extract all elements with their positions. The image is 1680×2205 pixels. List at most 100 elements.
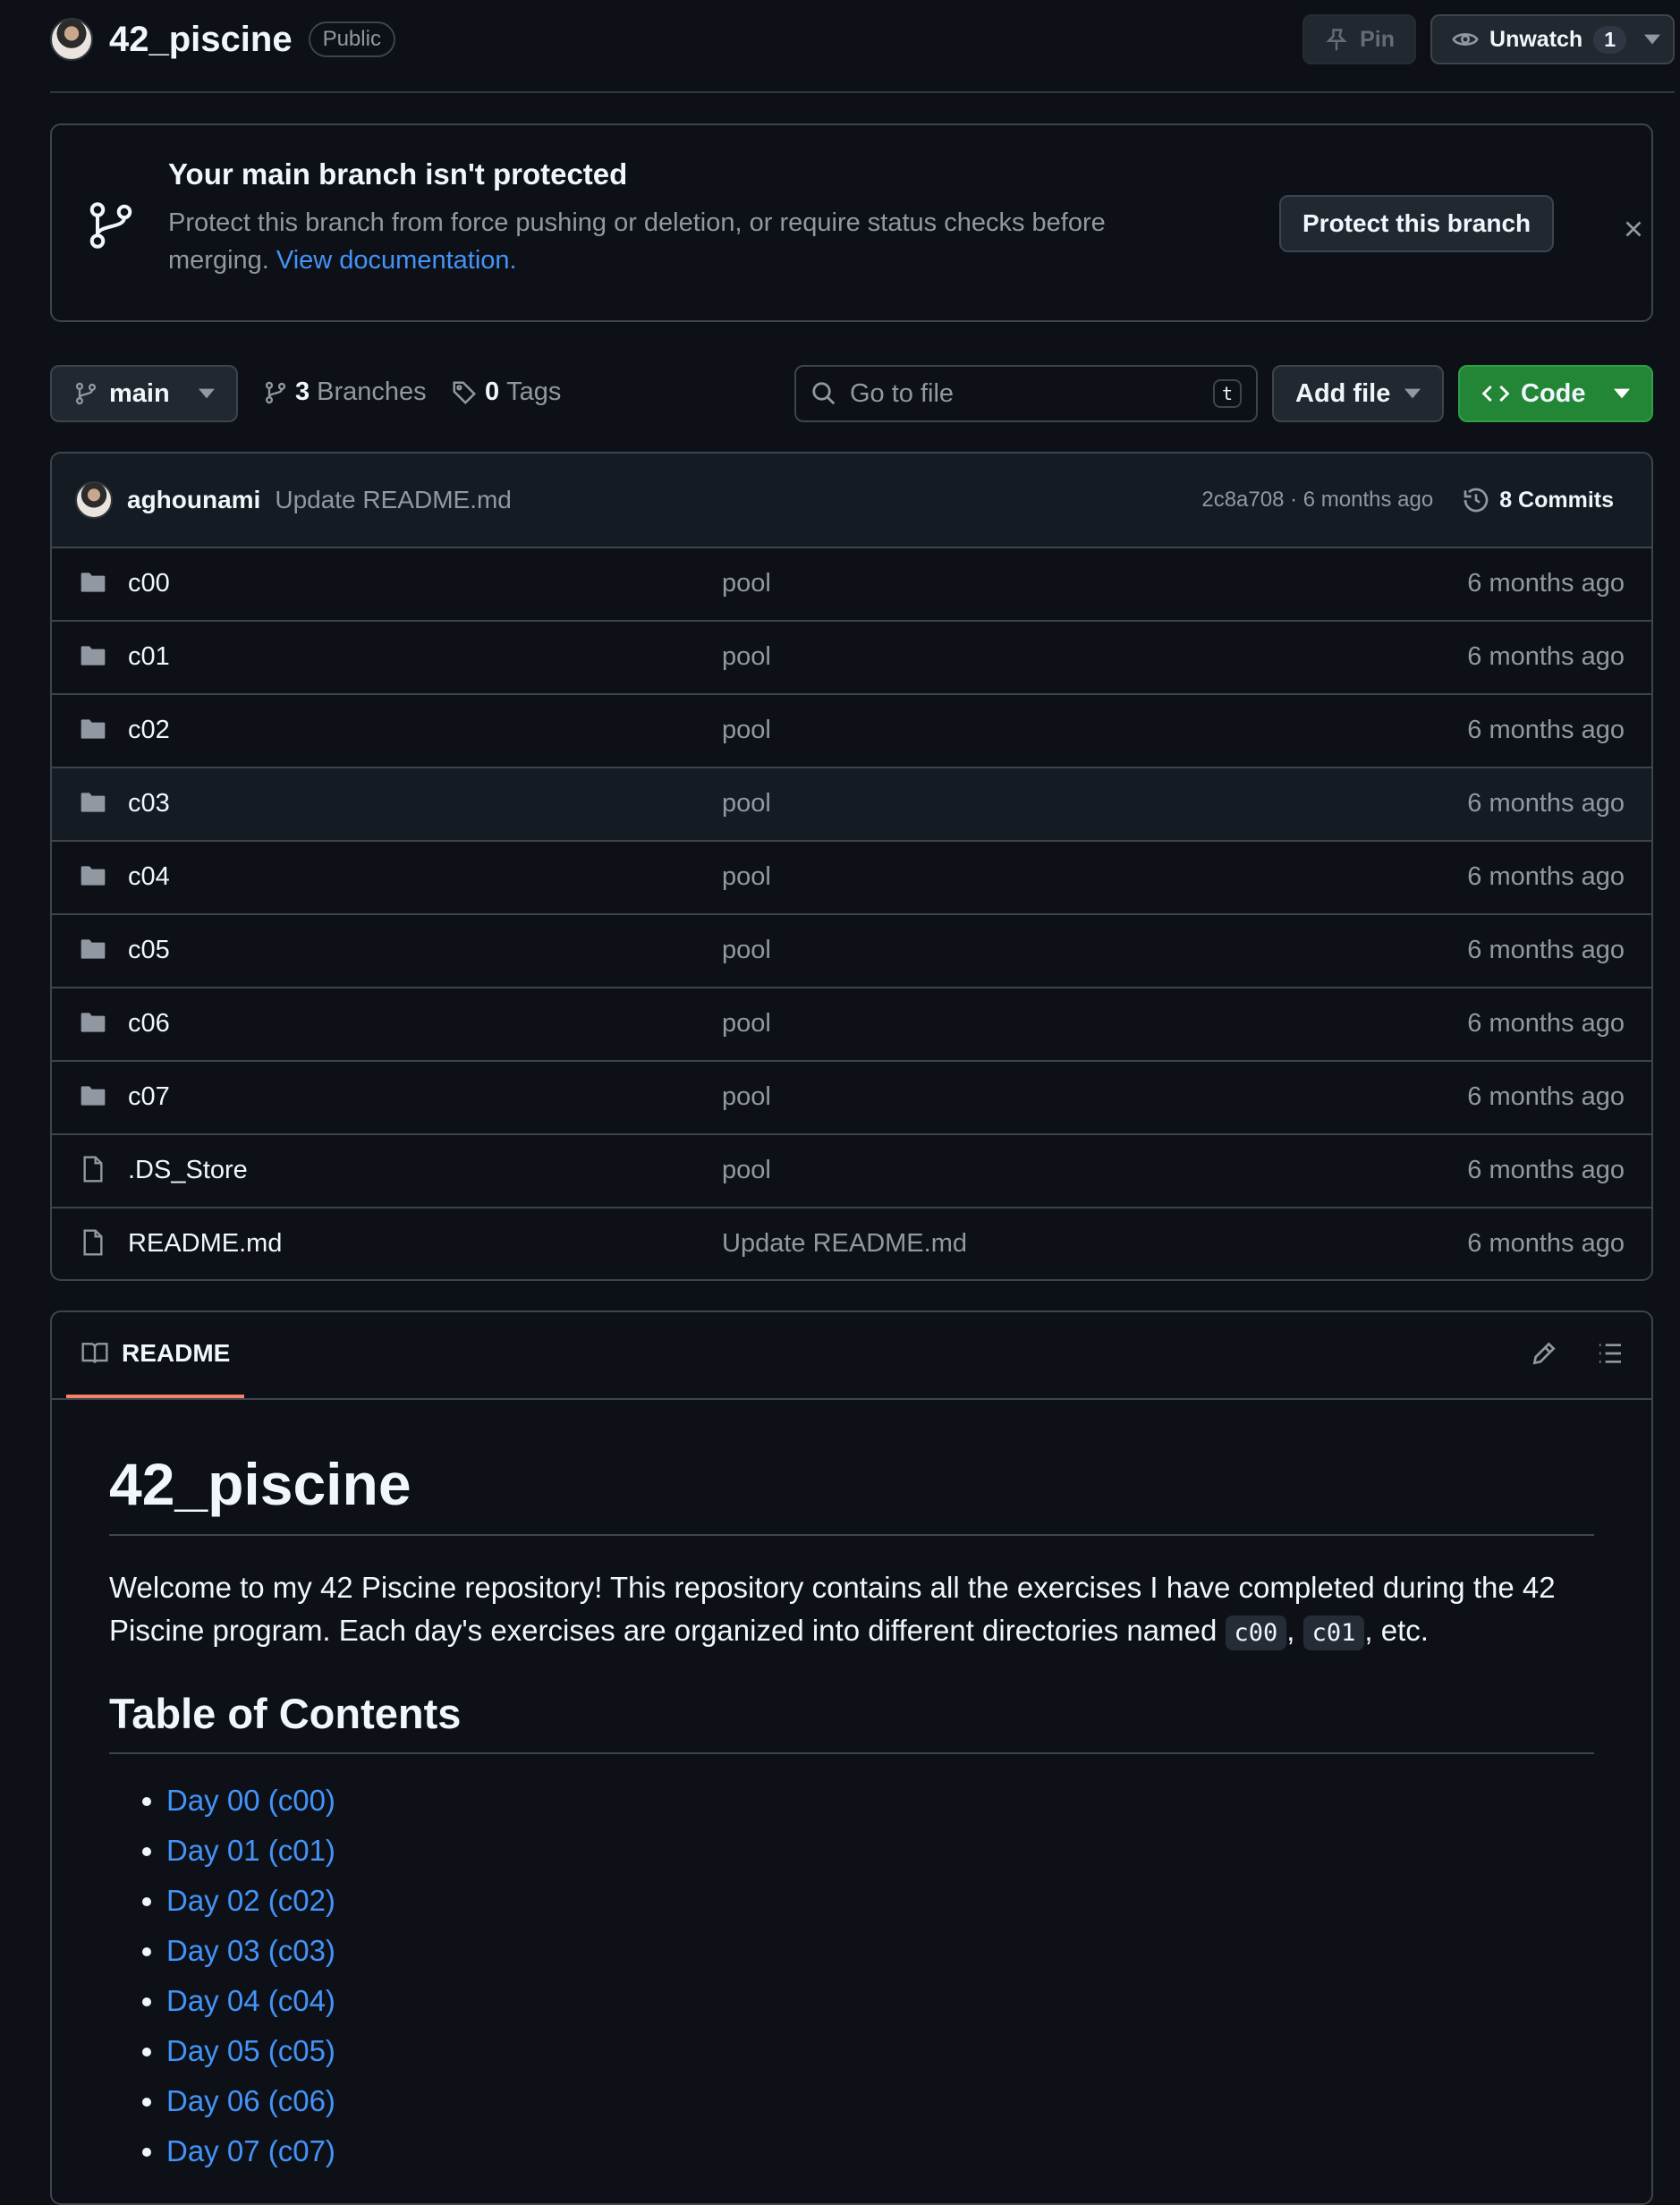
commit-meta[interactable]: 2c8a708 · 6 months ago <box>1201 488 1433 513</box>
folder-icon <box>79 861 107 890</box>
toc-link[interactable]: Day 06 (c06) <box>166 2084 335 2117</box>
git-branch-icon <box>84 199 138 252</box>
repo-toolbar: main 3 Branches 0 Tags Go to file t Add … <box>50 365 1653 422</box>
watch-label: Unwatch <box>1489 26 1583 52</box>
code-button[interactable]: Code <box>1458 365 1653 422</box>
file-age: 6 months ago <box>1467 862 1625 891</box>
tag-icon <box>451 379 478 406</box>
file-name[interactable]: c02 <box>128 716 170 745</box>
add-file-button[interactable]: Add file <box>1272 365 1444 422</box>
toc-link[interactable]: Day 04 (c04) <box>166 1984 335 2017</box>
toc-link[interactable]: Day 03 (c03) <box>166 1934 335 1967</box>
commits-link[interactable]: 8 Commits <box>1462 486 1614 514</box>
file-age: 6 months ago <box>1467 936 1625 964</box>
file-row[interactable]: c02 pool 6 months ago <box>52 695 1651 768</box>
tab-readme[interactable]: README <box>66 1312 245 1398</box>
file-row[interactable]: c03 pool 6 months ago <box>52 768 1651 842</box>
file-name[interactable]: c07 <box>128 1082 170 1112</box>
file-age: 6 months ago <box>1467 789 1625 818</box>
file-age: 6 months ago <box>1467 642 1625 671</box>
toc-item: Day 04 (c04) <box>166 1976 1594 2026</box>
folder-icon <box>79 935 107 963</box>
file-commit-message[interactable]: pool <box>722 1082 771 1112</box>
file-row[interactable]: README.md Update README.md 6 months ago <box>52 1209 1651 1279</box>
file-name[interactable]: c01 <box>128 642 170 672</box>
file-name[interactable]: .DS_Store <box>128 1156 248 1185</box>
file-name[interactable]: c00 <box>128 569 170 598</box>
file-commit-message[interactable]: pool <box>722 716 771 745</box>
folder-icon <box>79 1008 107 1037</box>
file-name[interactable]: c04 <box>128 862 170 892</box>
file-name[interactable]: README.md <box>128 1229 282 1259</box>
toc-item: Day 06 (c06) <box>166 2076 1594 2126</box>
folder-icon <box>79 1081 107 1110</box>
repo-name[interactable]: 42_piscine <box>109 20 293 60</box>
file-row[interactable]: c06 pool 6 months ago <box>52 988 1651 1062</box>
go-to-file-search[interactable]: Go to file t <box>794 365 1258 422</box>
folder-icon <box>79 641 107 670</box>
watch-count: 1 <box>1593 25 1626 54</box>
folder-icon <box>79 568 107 597</box>
readme-tab-label: README <box>122 1339 231 1367</box>
file-icon <box>79 1155 107 1183</box>
toc-link[interactable]: Day 00 (c00) <box>166 1784 335 1817</box>
commit-message[interactable]: Update README.md <box>275 486 512 514</box>
file-commit-message[interactable]: Update README.md <box>722 1229 967 1259</box>
owner-avatar[interactable] <box>50 18 93 61</box>
search-icon <box>810 380 837 407</box>
git-branch-icon <box>263 380 288 405</box>
list-outline-icon[interactable] <box>1596 1339 1625 1368</box>
caret-down-icon <box>1404 388 1421 399</box>
close-icon[interactable] <box>1623 218 1644 240</box>
file-icon <box>79 1228 107 1257</box>
branch-protection-banner: Your main branch isn't protected Protect… <box>50 123 1653 322</box>
pencil-icon[interactable] <box>1530 1339 1558 1368</box>
pin-button[interactable]: Pin <box>1302 14 1417 64</box>
pin-icon <box>1324 27 1349 52</box>
readme-tabs: README <box>52 1312 1651 1400</box>
file-name[interactable]: c06 <box>128 1009 170 1039</box>
file-commit-message[interactable]: pool <box>722 642 771 672</box>
file-name[interactable]: c03 <box>128 789 170 818</box>
file-row[interactable]: c04 pool 6 months ago <box>52 842 1651 915</box>
file-commit-message[interactable]: pool <box>722 569 771 598</box>
file-row[interactable]: .DS_Store pool 6 months ago <box>52 1135 1651 1209</box>
toc-item: Day 03 (c03) <box>166 1926 1594 1976</box>
toc-heading: Table of Contents <box>109 1689 1594 1754</box>
file-commit-message[interactable]: pool <box>722 936 771 965</box>
view-documentation-link[interactable]: View documentation. <box>276 246 517 275</box>
protect-branch-button[interactable]: Protect this branch <box>1279 195 1555 252</box>
tags-label: Tags <box>506 377 562 406</box>
file-row[interactable]: c05 pool 6 months ago <box>52 915 1651 988</box>
file-commit-message[interactable]: pool <box>722 1156 771 1185</box>
file-commit-message[interactable]: pool <box>722 1009 771 1039</box>
watch-button[interactable]: Unwatch 1 <box>1430 14 1675 64</box>
branch-selector[interactable]: main <box>50 365 238 422</box>
toc-link[interactable]: Day 05 (c05) <box>166 2034 335 2067</box>
file-row[interactable]: c01 pool 6 months ago <box>52 622 1651 695</box>
tags-link[interactable]: 0 Tags <box>451 377 561 407</box>
file-name[interactable]: c05 <box>128 936 170 965</box>
visibility-badge: Public <box>308 21 395 57</box>
toc-link[interactable]: Day 07 (c07) <box>166 2134 335 2167</box>
commit-author[interactable]: aghounami <box>127 486 260 514</box>
file-row[interactable]: c00 pool 6 months ago <box>52 548 1651 622</box>
tags-count: 0 <box>485 377 500 406</box>
caret-down-icon[interactable] <box>1644 34 1660 45</box>
search-placeholder: Go to file <box>850 378 955 408</box>
banner-text: Protect this branch from force pushing o… <box>168 204 1188 279</box>
add-file-label: Add file <box>1295 378 1391 408</box>
file-age: 6 months ago <box>1467 1082 1625 1111</box>
caret-down-icon <box>1614 388 1630 399</box>
toc-link[interactable]: Day 01 (c01) <box>166 1834 335 1867</box>
caret-down-icon <box>199 388 215 399</box>
toc-item: Day 05 (c05) <box>166 2026 1594 2076</box>
pin-label: Pin <box>1360 26 1396 52</box>
toc-link[interactable]: Day 02 (c02) <box>166 1884 335 1917</box>
readme-title: 42_piscine <box>109 1450 1594 1536</box>
file-commit-message[interactable]: pool <box>722 862 771 892</box>
file-commit-message[interactable]: pool <box>722 789 771 818</box>
branches-link[interactable]: 3 Branches <box>263 377 427 407</box>
commit-author-avatar[interactable] <box>75 481 113 519</box>
file-row[interactable]: c07 pool 6 months ago <box>52 1062 1651 1135</box>
